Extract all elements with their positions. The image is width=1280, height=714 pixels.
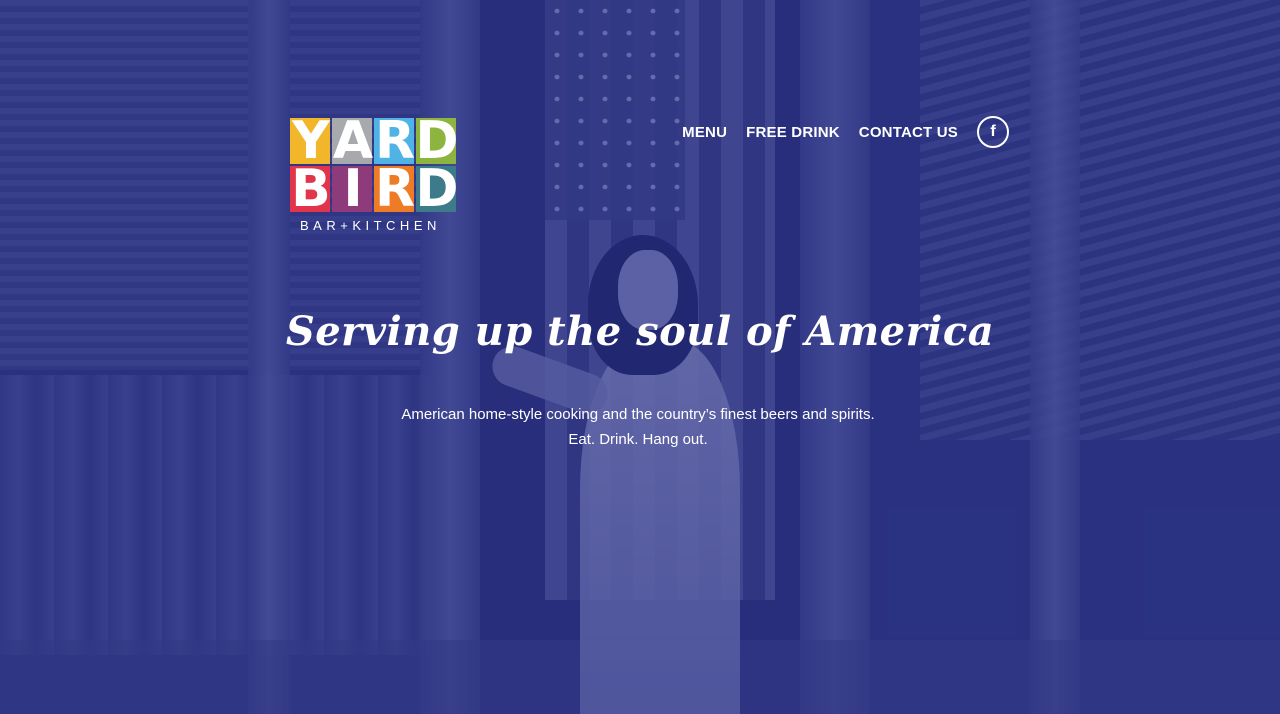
nav-contact-us-link[interactable]: CONTACT US <box>859 124 958 141</box>
logo-row-yard: Y A R D <box>290 111 460 171</box>
hero-description: American home-style cooking and the coun… <box>0 402 1276 452</box>
nav-menu-link[interactable]: MENU <box>682 124 727 141</box>
hero-description-line2: Eat. Drink. Hang out. <box>568 431 708 448</box>
logo-row-bird: B I R D <box>290 159 460 219</box>
logo-letter: I <box>332 163 372 215</box>
yardbird-logo[interactable]: Y A R D B I R D BAR+KITCHEN <box>290 111 460 238</box>
main-nav: MENU FREE DRINK CONTACT US f <box>682 116 1009 148</box>
hero-headline: Serving up the soul of America <box>285 308 995 355</box>
logo-letter: D <box>415 159 458 219</box>
blue-overlay <box>0 0 1280 714</box>
hero-description-line1: American home-style cooking and the coun… <box>401 406 875 423</box>
logo-letter: R <box>374 159 415 219</box>
logo-letter: A <box>332 111 373 171</box>
facebook-icon[interactable]: f <box>977 116 1009 148</box>
hero-background <box>0 0 1280 714</box>
logo-subtitle: BAR+KITCHEN <box>300 218 441 233</box>
logo-letter: Y <box>290 115 330 167</box>
logo-letter: B <box>290 159 331 219</box>
logo-letter: D <box>415 111 458 171</box>
logo-letter: R <box>374 111 415 171</box>
nav-free-drink-link[interactable]: FREE DRINK <box>746 124 840 141</box>
